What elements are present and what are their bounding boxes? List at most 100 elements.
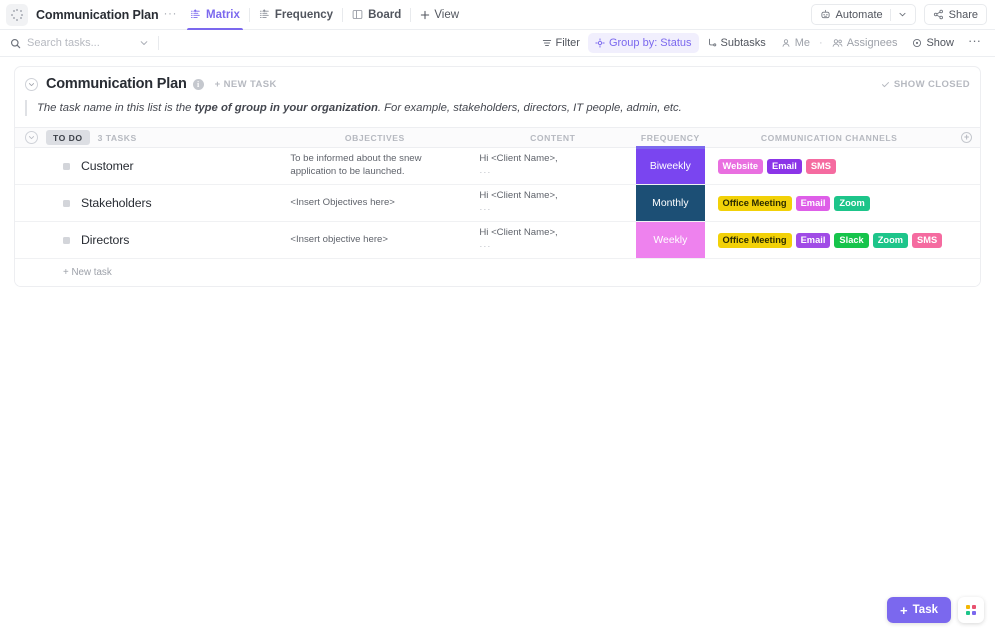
new-task-button[interactable]: + NEW TASK bbox=[215, 79, 277, 90]
tab-board[interactable]: Board bbox=[343, 0, 410, 30]
share-label: Share bbox=[949, 9, 978, 21]
channels-cell[interactable]: Office Meeting Email Zoom bbox=[705, 185, 954, 222]
column-header-content[interactable]: CONTENT bbox=[469, 128, 636, 148]
filter-label: Filter bbox=[556, 37, 580, 49]
subtasks-label: Subtasks bbox=[721, 37, 766, 49]
content-overflow-icon: ··· bbox=[479, 204, 491, 214]
subtasks-button[interactable]: Subtasks bbox=[700, 33, 773, 53]
create-task-label: Task bbox=[913, 604, 938, 616]
automate-button[interactable]: Automate bbox=[811, 4, 916, 25]
info-icon[interactable]: i bbox=[193, 79, 204, 90]
content-cell[interactable]: Hi <Client Name>, ··· bbox=[469, 148, 636, 185]
table-row[interactable]: Stakeholders <Insert Objectives here> Hi… bbox=[15, 185, 980, 222]
collapse-group-icon[interactable] bbox=[25, 131, 38, 144]
me-button[interactable]: Me bbox=[774, 33, 817, 53]
table-header: TO DO 3 TASKS OBJECTIVES CONTENT FREQUEN… bbox=[15, 128, 980, 148]
frequency-chip[interactable]: Monthly bbox=[636, 185, 704, 221]
search-dropdown-icon[interactable] bbox=[139, 38, 149, 48]
status-square-icon[interactable] bbox=[63, 237, 70, 244]
view-tabs: Matrix Frequency Board bbox=[181, 0, 468, 30]
check-icon bbox=[881, 80, 890, 89]
status-square-icon[interactable] bbox=[63, 200, 70, 207]
objectives-cell[interactable]: <Insert objective here> bbox=[280, 222, 469, 259]
channel-tag[interactable]: Email bbox=[767, 159, 802, 174]
objectives-cell[interactable]: <Insert Objectives here> bbox=[280, 185, 469, 222]
chevron-down-icon[interactable] bbox=[898, 10, 907, 19]
add-view-button[interactable]: View bbox=[411, 9, 468, 21]
add-column-button[interactable]: + bbox=[961, 132, 972, 143]
share-icon bbox=[933, 9, 944, 20]
channel-tags: Office Meeting Email Slack Zoom SMS bbox=[705, 233, 954, 248]
tab-frequency[interactable]: Frequency bbox=[250, 0, 342, 30]
automate-divider bbox=[890, 9, 891, 21]
frequency-chip[interactable]: Weekly bbox=[636, 222, 704, 258]
workspace-more-icon[interactable]: ··· bbox=[164, 7, 178, 23]
channel-tag[interactable]: SMS bbox=[806, 159, 836, 174]
filter-bar: Filter Group by: Status Subtasks bbox=[0, 30, 995, 57]
channels-cell[interactable]: Website Email SMS bbox=[705, 148, 954, 185]
table-row[interactable]: Customer To be informed about the snew a… bbox=[15, 148, 980, 185]
content-text: Hi <Client Name>, bbox=[479, 227, 557, 238]
channel-tag[interactable]: Zoom bbox=[873, 233, 908, 248]
me-assignees-separator: · bbox=[818, 37, 824, 49]
column-header-channels[interactable]: COMMUNICATION CHANNELS bbox=[705, 128, 954, 148]
description-text: The task name in this list is the type o… bbox=[37, 100, 682, 116]
task-title: Stakeholders bbox=[81, 196, 152, 210]
status-badge[interactable]: TO DO bbox=[46, 130, 90, 145]
channel-tags: Website Email SMS bbox=[705, 159, 954, 174]
footer-new-task-button[interactable]: + New task bbox=[15, 259, 980, 286]
apps-dot-1 bbox=[966, 605, 970, 609]
main-content: Communication Plan i + NEW TASK SHOW CLO… bbox=[0, 57, 995, 633]
column-header-objectives[interactable]: OBJECTIVES bbox=[280, 128, 469, 148]
frequency-chip[interactable]: Biweekly bbox=[636, 148, 704, 184]
assignees-button[interactable]: Assignees bbox=[825, 33, 905, 53]
frequency-cell[interactable]: Monthly bbox=[636, 185, 704, 222]
apps-dot-3 bbox=[966, 611, 970, 615]
frequency-cell[interactable]: Biweekly bbox=[636, 148, 704, 185]
row-spacer-cell bbox=[954, 185, 980, 222]
robot-icon bbox=[820, 9, 831, 20]
add-column-cell: + bbox=[954, 128, 980, 148]
objectives-cell[interactable]: To be informed about the snew applicatio… bbox=[280, 148, 469, 185]
filter-button[interactable]: Filter bbox=[535, 33, 587, 53]
search-box[interactable] bbox=[10, 30, 158, 57]
list-sort-icon bbox=[190, 9, 201, 20]
assignees-label: Assignees bbox=[847, 37, 898, 49]
show-button[interactable]: Show bbox=[905, 33, 961, 53]
group-by-button[interactable]: Group by: Status bbox=[588, 33, 699, 53]
workspace-title: Communication Plan bbox=[36, 8, 159, 22]
table-row[interactable]: Directors <Insert objective here> Hi <Cl… bbox=[15, 222, 980, 259]
tab-matrix[interactable]: Matrix bbox=[181, 0, 249, 30]
more-options-button[interactable]: ··· bbox=[962, 33, 987, 53]
column-header-frequency[interactable]: FREQUENCY bbox=[636, 128, 704, 148]
task-name-cell[interactable]: Directors bbox=[15, 222, 280, 259]
channel-tag[interactable]: Website bbox=[718, 159, 763, 174]
collapse-list-icon[interactable] bbox=[25, 78, 38, 91]
objectives-text: To be informed about the snew applicatio… bbox=[280, 153, 469, 179]
channels-cell[interactable]: Office Meeting Email Slack Zoom SMS bbox=[705, 222, 954, 259]
status-square-icon[interactable] bbox=[63, 163, 70, 170]
apps-dot-4 bbox=[972, 611, 976, 615]
task-name-cell[interactable]: Stakeholders bbox=[15, 185, 280, 222]
channel-tag[interactable]: SMS bbox=[912, 233, 942, 248]
apps-grid-button[interactable] bbox=[958, 597, 984, 623]
floating-action-area: + Task bbox=[887, 597, 984, 623]
channel-tag[interactable]: Office Meeting bbox=[718, 196, 792, 211]
channel-tag[interactable]: Office Meeting bbox=[718, 233, 792, 248]
content-cell[interactable]: Hi <Client Name>, ··· bbox=[469, 222, 636, 259]
create-task-fab[interactable]: + Task bbox=[887, 597, 951, 623]
table-header-row: TO DO 3 TASKS OBJECTIVES CONTENT FREQUEN… bbox=[15, 128, 980, 148]
task-name-cell[interactable]: Customer bbox=[15, 148, 280, 185]
row-spacer-cell bbox=[954, 148, 980, 185]
content-cell[interactable]: Hi <Client Name>, ··· bbox=[469, 185, 636, 222]
channel-tag[interactable]: Zoom bbox=[834, 196, 869, 211]
channel-tag[interactable]: Email bbox=[796, 233, 831, 248]
channel-tag[interactable]: Slack bbox=[834, 233, 868, 248]
app-logo-icon[interactable] bbox=[6, 4, 28, 26]
search-input[interactable] bbox=[27, 37, 133, 49]
channel-tag[interactable]: Email bbox=[796, 196, 831, 211]
loading-dots-icon bbox=[11, 9, 23, 21]
show-closed-button[interactable]: SHOW CLOSED bbox=[881, 79, 970, 90]
frequency-cell[interactable]: Weekly bbox=[636, 222, 704, 259]
share-button[interactable]: Share bbox=[924, 4, 987, 25]
